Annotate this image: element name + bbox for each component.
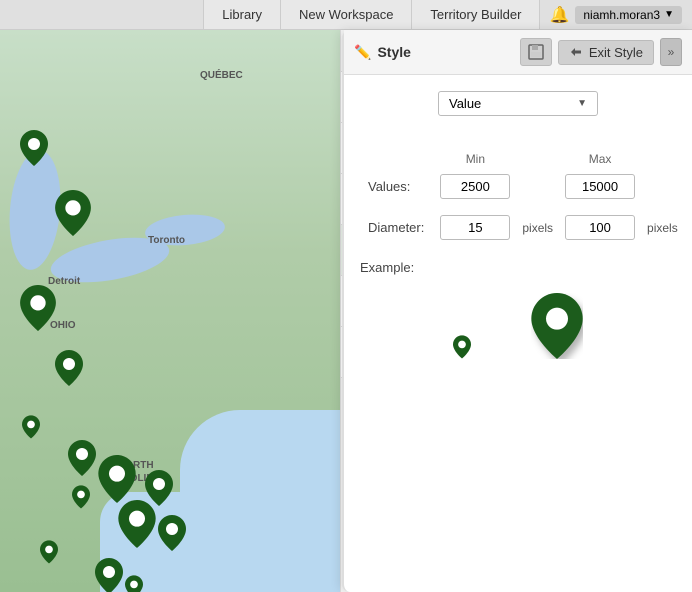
diameter-label: Diameter: (360, 211, 432, 244)
map-pin[interactable] (95, 558, 123, 592)
map-pin[interactable] (72, 485, 90, 512)
user-menu[interactable]: niamh.moran3 ▼ (575, 6, 682, 24)
main-area: QUÉBEC OHIO NORTH CAROLINA Toronto Detro… (0, 30, 692, 592)
exit-style-label: Exit Style (589, 45, 643, 60)
style-panel: ✏️ Style Exit Style » Value ▼ (342, 30, 692, 592)
example-pins-display (360, 283, 676, 379)
nav-right-area: 🔔 niamh.moran3 ▼ (539, 0, 692, 29)
user-label: niamh.moran3 (583, 8, 660, 22)
map-pin[interactable] (125, 575, 143, 592)
max-diameter-input[interactable] (565, 215, 635, 240)
value-option: Value (449, 96, 577, 111)
nav-territory-builder[interactable]: Territory Builder (411, 0, 540, 29)
expand-panel-button[interactable]: » (660, 38, 682, 66)
value-dropdown[interactable]: Value ▼ (438, 91, 598, 116)
max-header: Max (557, 148, 643, 170)
top-navigation: Library New Workspace Territory Builder … (0, 0, 692, 30)
style-panel-body: Value ▼ Min Max Values: (344, 75, 692, 592)
map-pin[interactable] (22, 415, 40, 442)
values-label: Values: (360, 170, 432, 203)
bell-icon[interactable]: 🔔 (549, 5, 569, 25)
save-button[interactable] (520, 38, 552, 66)
nav-new-workspace[interactable]: New Workspace (280, 0, 412, 29)
min-diameter-input[interactable] (440, 215, 510, 240)
pixels-label-1: pixels (518, 211, 557, 244)
chevron-down-icon: ▼ (664, 9, 674, 20)
map-pin[interactable] (20, 285, 56, 334)
map-pin[interactable] (68, 440, 96, 479)
nav-library[interactable]: Library (203, 0, 281, 29)
example-label: Example: (360, 260, 676, 275)
value-dropdown-arrow: ▼ (577, 98, 587, 109)
style-pencil-icon: ✏️ (354, 44, 371, 61)
map-area: QUÉBEC OHIO NORTH CAROLINA Toronto Detro… (0, 30, 340, 592)
map-pin[interactable] (118, 500, 156, 551)
example-section: Example: (360, 260, 676, 379)
min-value-input[interactable] (440, 174, 510, 199)
pixels-label-2: pixels (643, 211, 682, 244)
map-pin[interactable] (55, 190, 91, 239)
max-value-input[interactable] (565, 174, 635, 199)
min-header: Min (432, 148, 518, 170)
map-pin[interactable] (158, 515, 186, 554)
map-pin[interactable] (40, 540, 58, 567)
example-large-pin (531, 293, 583, 359)
map-pin[interactable] (20, 130, 48, 169)
style-panel-header: ✏️ Style Exit Style » (344, 30, 692, 75)
map-pin[interactable] (98, 455, 136, 506)
form-table: Min Max Values: Diameter: pixels (360, 148, 682, 244)
exit-style-button[interactable]: Exit Style (558, 40, 654, 65)
style-panel-title: Style (377, 44, 513, 60)
example-small-pin (453, 335, 471, 359)
map-pin[interactable] (55, 350, 83, 389)
